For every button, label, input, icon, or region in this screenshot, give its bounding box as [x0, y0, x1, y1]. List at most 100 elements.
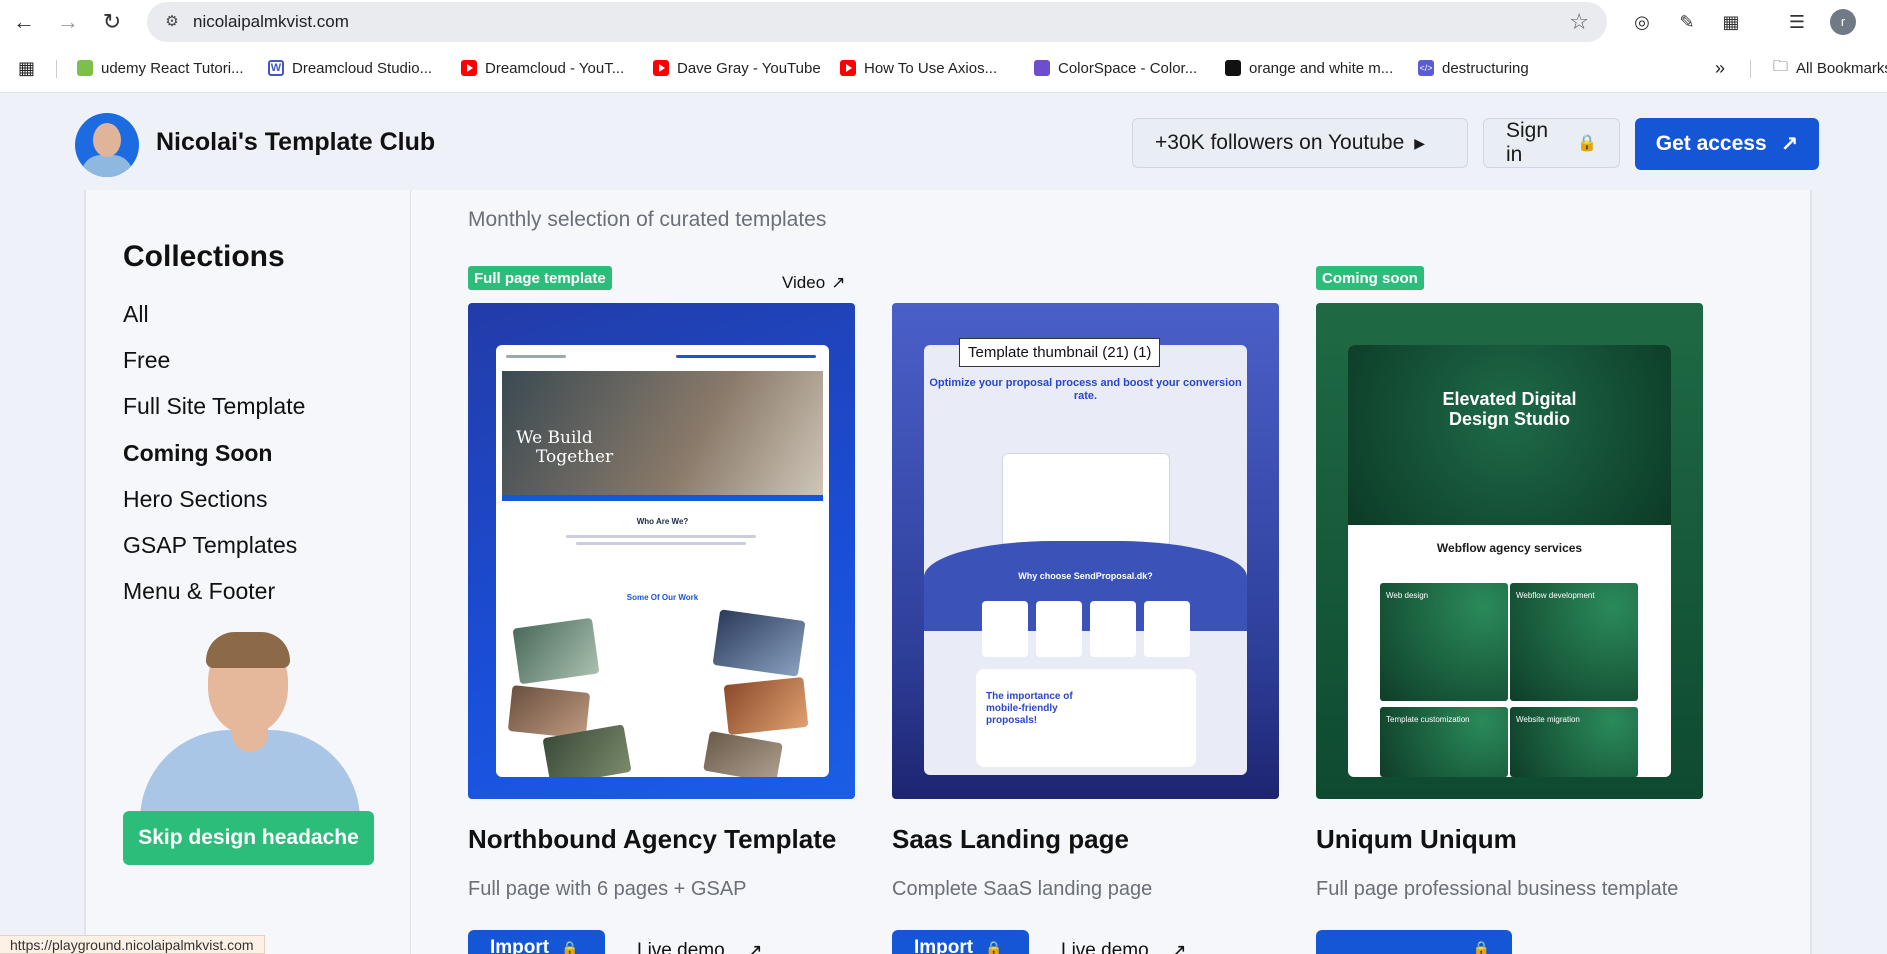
bookmark-item[interactable]: orange and white m... — [1225, 56, 1393, 80]
avatar-shirt — [81, 155, 133, 177]
person-photo — [140, 632, 360, 830]
collection-item-coming-soon[interactable]: Coming Soon — [123, 440, 272, 467]
live-demo-label: Live demo — [1061, 940, 1149, 954]
template-thumbnail-saas[interactable]: Optimize your proposal process and boost… — [892, 303, 1279, 799]
bookmark-label: udemy React Tutori... — [101, 59, 244, 77]
live-demo-link[interactable]: Live demo ↗ — [637, 940, 763, 954]
thumb-service-card: Template customization — [1380, 707, 1508, 777]
more-bookmarks-icon[interactable]: » — [1715, 56, 1725, 80]
thumb-photo — [723, 676, 809, 736]
collection-item-full-site-template[interactable]: Full Site Template — [123, 393, 305, 420]
bookmarks-divider — [1750, 60, 1751, 78]
site-title[interactable]: Nicolai's Template Club — [156, 128, 435, 157]
youtube-icon: ▶ — [1414, 134, 1426, 151]
card-description: Complete SaaS landing page — [892, 878, 1153, 900]
bookmark-label: Dave Gray - YouTube — [677, 59, 821, 77]
color-picker-icon[interactable]: ✎ — [1673, 8, 1701, 36]
youtube-followers-label: +30K followers on Youtube — [1155, 131, 1405, 154]
video-label: Video — [782, 273, 826, 292]
collection-item-hero-sections[interactable]: Hero Sections — [123, 486, 267, 513]
thumb-service-label: Web design — [1386, 591, 1429, 600]
template-thumbnail-northbound[interactable]: We Build Together Who Are We? Some Of Ou… — [468, 303, 855, 799]
collection-item-gsap-templates[interactable]: GSAP Templates — [123, 532, 297, 559]
thumb-hero-text: We Build Together — [516, 429, 613, 467]
thumb-feature-card — [982, 601, 1028, 657]
bookmark-item[interactable]: Dreamcloud - YouT... — [461, 56, 624, 80]
bookmark-item[interactable]: ColorSpace - Color... — [1034, 56, 1197, 80]
thumb-service-card: Webflow development — [1510, 583, 1638, 701]
reload-icon[interactable]: ↻ — [96, 6, 128, 38]
thumbnail-screenshot: Optimize your proposal process and boost… — [924, 345, 1247, 775]
code-icon: </> — [1418, 60, 1434, 76]
lock-icon: 🔒 — [1577, 135, 1597, 152]
collection-item-all[interactable]: All — [123, 301, 149, 328]
import-button[interactable]: Import 🔒 — [468, 930, 605, 954]
thumb-heading: Who Are We? — [636, 517, 689, 526]
site-settings-icon[interactable]: ⚙ — [161, 11, 183, 33]
thumb-nav — [506, 355, 566, 358]
skip-design-headache-button[interactable]: Skip design headache — [123, 811, 374, 865]
import-label: Import — [914, 937, 974, 954]
folder-icon: 🗀 — [1773, 57, 1789, 75]
thumb-info-box: The importance of mobile-friendly propos… — [976, 669, 1196, 767]
import-button[interactable]: Import 🔒 — [892, 930, 1029, 954]
back-arrow-icon[interactable]: ← — [8, 6, 40, 38]
thumb-text-line — [576, 542, 746, 545]
address-bar[interactable]: ⚙ nicolaipalmkvist.com ☆ — [147, 2, 1607, 42]
media-control-icon[interactable]: ☰ — [1783, 8, 1811, 36]
live-demo-link[interactable]: Live demo ↗ — [1061, 940, 1187, 954]
bookmark-label: Dreamcloud - YouT... — [485, 59, 625, 77]
profile-avatar[interactable]: r — [1830, 9, 1856, 35]
thumb-photo — [507, 685, 591, 739]
thumb-work-heading: Some Of Our Work — [626, 593, 699, 602]
youtube-icon — [653, 60, 669, 76]
thumb-hero-line: We Build — [516, 428, 593, 448]
bookmark-label: How To Use Axios... — [864, 59, 998, 77]
bookmarks-bar: ▦ udemy React Tutori... W Dreamcloud Stud… — [0, 52, 1887, 84]
thumb-photo — [512, 617, 600, 685]
bookmark-item[interactable]: W Dreamcloud Studio... — [268, 56, 432, 80]
udemy-icon — [77, 60, 93, 76]
thumb-ticker — [502, 495, 823, 501]
thumb-service-label: Website migration — [1516, 715, 1580, 724]
bookmark-item[interactable]: udemy React Tutori... — [77, 56, 244, 80]
youtube-followers-button[interactable]: +30K followers on Youtube ▶ — [1132, 118, 1468, 168]
apps-grid-icon[interactable]: ▦ — [18, 56, 35, 80]
collection-item-menu-footer[interactable]: Menu & Footer — [123, 578, 275, 605]
sign-in-button[interactable]: Sign in 🔒 — [1483, 118, 1620, 168]
extension-icon[interactable]: ◎ — [1628, 8, 1656, 36]
bookmark-item[interactable]: Dave Gray - YouTube — [653, 56, 821, 80]
video-link[interactable]: Video ↗ — [782, 273, 845, 293]
arrow-up-right-icon: ↗ — [1170, 941, 1187, 954]
avatar-face — [93, 123, 121, 157]
bookmark-label: destructuring — [1442, 59, 1529, 77]
url-text[interactable]: nicolaipalmkvist.com — [193, 12, 349, 32]
thumb-hero-text: Elevated Digital Design Studio — [1442, 389, 1577, 429]
arrow-up-right-icon: ↗ — [831, 273, 846, 292]
bookmark-item[interactable]: </> destructuring — [1418, 56, 1529, 80]
card-title-saas[interactable]: Saas Landing page — [892, 824, 1129, 855]
import-button[interactable]: 🔒 — [1316, 930, 1512, 954]
youtube-icon — [461, 60, 477, 76]
bookmark-item[interactable]: How To Use Axios... — [840, 56, 997, 80]
bookmark-label: All Bookmarks — [1796, 59, 1887, 77]
all-bookmarks-folder[interactable]: 🗀 All Bookmarks — [1773, 56, 1887, 80]
thumb-service-card: Web design — [1380, 583, 1508, 701]
card-title-northbound[interactable]: Northbound Agency Template — [468, 824, 836, 855]
thumb-hero — [1348, 345, 1671, 525]
get-access-button[interactable]: Get access ↗ — [1635, 118, 1819, 170]
template-thumbnail-uniqum[interactable]: Elevated Digital Design Studio Webflow a… — [1316, 303, 1703, 799]
collection-item-free[interactable]: Free — [123, 347, 170, 374]
extensions-puzzle-icon[interactable]: ▦ — [1717, 8, 1745, 36]
thumb-nav — [676, 355, 816, 358]
card-title-uniqum[interactable]: Uniqum Uniqum — [1316, 824, 1517, 855]
sidebar-divider — [410, 190, 411, 954]
w-icon: W — [268, 60, 284, 76]
thumb-feature-card — [1036, 601, 1082, 657]
live-demo-label: Live demo — [637, 940, 725, 954]
avatar[interactable] — [75, 113, 139, 177]
thumb-service-card: Website migration — [1510, 707, 1638, 777]
thumb-box-text: The importance of mobile-friendly propos… — [986, 691, 1073, 726]
bookmark-star-icon[interactable]: ☆ — [1569, 9, 1589, 35]
forward-arrow-icon[interactable]: → — [52, 6, 84, 38]
